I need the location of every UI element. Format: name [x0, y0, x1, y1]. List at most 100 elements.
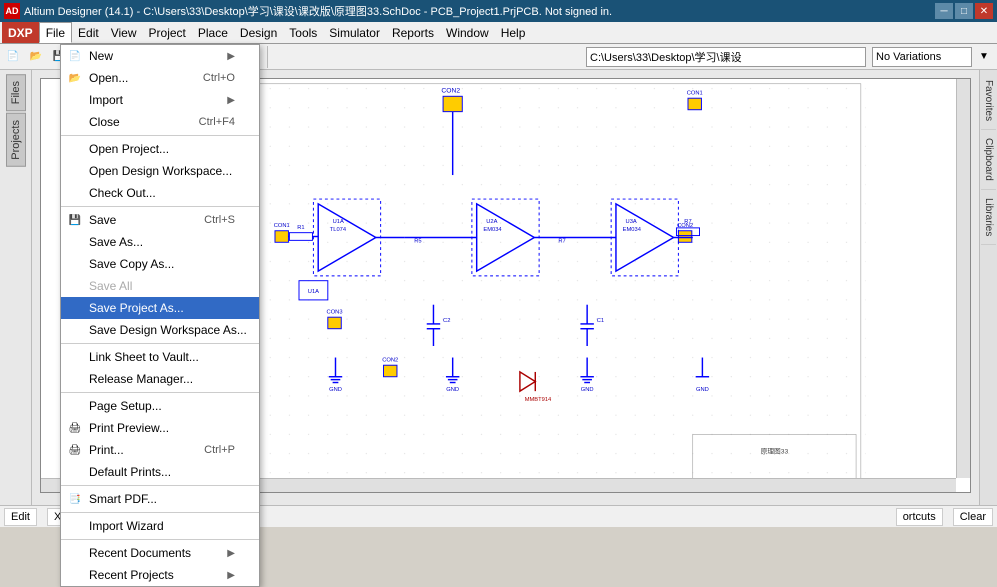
open-project-icon [67, 141, 83, 157]
svg-text:CON2: CON2 [382, 357, 398, 363]
tb-open[interactable]: 📂 [25, 46, 47, 68]
menu-dxp[interactable]: DXP [2, 22, 39, 43]
sep4 [61, 392, 259, 393]
svg-text:CON3: CON3 [327, 309, 343, 315]
window-controls: ─ □ ✕ [935, 3, 993, 19]
import-arrow-icon: ▶ [227, 95, 235, 106]
right-tab-favorites[interactable]: Favorites [981, 72, 996, 130]
menu-recent-projects[interactable]: Recent Projects ▶ [61, 564, 259, 586]
sep2 [61, 206, 259, 207]
checkout-icon [67, 185, 83, 201]
release-icon [67, 371, 83, 387]
menu-smart-pdf[interactable]: 📑 Smart PDF... [61, 488, 259, 510]
svg-text:R5: R5 [414, 238, 421, 244]
open-icon: 📂 [67, 70, 83, 86]
menu-save[interactable]: 💾 Save Ctrl+S [61, 209, 259, 231]
path-display: C:\Users\33\Desktop\学习\课设 [586, 47, 866, 67]
close-button[interactable]: ✕ [975, 3, 993, 19]
title-bar: AD Altium Designer (14.1) - C:\Users\33\… [0, 0, 997, 22]
right-tab-clipboard[interactable]: Clipboard [981, 130, 996, 190]
tb-separator4 [267, 46, 273, 68]
save-workspace-icon [67, 322, 83, 338]
menu-save-workspace-as[interactable]: Save Design Workspace As... [61, 319, 259, 341]
menu-simulator[interactable]: Simulator [323, 22, 386, 43]
minimize-button[interactable]: ─ [935, 3, 953, 19]
sidebar-tab-projects[interactable]: Projects [6, 113, 26, 167]
menu-save-project-as[interactable]: Save Project As... [61, 297, 259, 319]
save-icon: 💾 [67, 212, 83, 228]
menu-print[interactable]: 🖨 Print... Ctrl+P [61, 439, 259, 461]
svg-text:U2A: U2A [486, 219, 497, 225]
sep3 [61, 343, 259, 344]
svg-text:CON1: CON1 [687, 90, 703, 96]
svg-text:EM034: EM034 [623, 227, 642, 233]
menu-close[interactable]: Close Ctrl+F4 [61, 111, 259, 133]
menu-import-wizard[interactable]: Import Wizard [61, 515, 259, 537]
sep1 [61, 135, 259, 136]
print-preview-icon: 🖨 [67, 420, 83, 436]
open-workspace-icon [67, 163, 83, 179]
svg-text:U3A: U3A [626, 219, 637, 225]
menu-save-as[interactable]: Save As... [61, 231, 259, 253]
svg-text:CON2: CON2 [441, 87, 460, 94]
menu-open-project[interactable]: Open Project... [61, 138, 259, 160]
right-sidebar: Favorites Clipboard Libraries [979, 70, 997, 505]
menu-bar: DXP File Edit View Project Place Design … [0, 22, 997, 44]
menu-open[interactable]: 📂 Open... Ctrl+O [61, 67, 259, 89]
smart-pdf-icon: 📑 [67, 491, 83, 507]
right-tab-libraries[interactable]: Libraries [981, 190, 996, 245]
sidebar-tab-files[interactable]: Files [6, 74, 26, 111]
svg-text:C1: C1 [597, 318, 604, 324]
variations-display: No Variations [872, 47, 972, 67]
menu-window[interactable]: Window [440, 22, 495, 43]
recent-projects-arrow-icon: ▶ [227, 570, 235, 581]
svg-text:MMBT914: MMBT914 [525, 397, 552, 403]
import-icon [67, 92, 83, 108]
sep6 [61, 512, 259, 513]
menu-place[interactable]: Place [192, 22, 234, 43]
svg-text:C2: C2 [443, 318, 450, 324]
page-setup-icon [67, 398, 83, 414]
print-icon: 🖨 [67, 442, 83, 458]
default-prints-icon [67, 464, 83, 480]
menu-link-vault[interactable]: Link Sheet to Vault... [61, 346, 259, 368]
menu-print-preview[interactable]: 🖨 Print Preview... [61, 417, 259, 439]
menu-project[interactable]: Project [143, 22, 192, 43]
svg-text:GND: GND [446, 387, 459, 393]
menu-reports[interactable]: Reports [386, 22, 440, 43]
menu-recent-docs[interactable]: Recent Documents ▶ [61, 542, 259, 564]
recent-docs-icon [67, 545, 83, 561]
svg-text:原理图33: 原理图33 [761, 448, 789, 456]
menu-tools[interactable]: Tools [283, 22, 323, 43]
menu-edit[interactable]: Edit [72, 22, 105, 43]
menu-release-mgr[interactable]: Release Manager... [61, 368, 259, 390]
clear-display: Clear [953, 508, 993, 526]
svg-text:R7: R7 [684, 219, 691, 225]
edit-mode-display: Edit [4, 508, 37, 526]
svg-text:U1A: U1A [308, 289, 319, 295]
svg-text:GND: GND [581, 387, 594, 393]
tb-new[interactable]: 📄 [2, 46, 24, 68]
menu-file[interactable]: File [39, 22, 72, 43]
vault-icon [67, 349, 83, 365]
menu-import[interactable]: Import ▶ [61, 89, 259, 111]
sep5 [61, 485, 259, 486]
menu-checkout[interactable]: Check Out... [61, 182, 259, 204]
file-dropdown-menu: 📄 New ▶ 📂 Open... Ctrl+O Import ▶ Close … [60, 44, 260, 587]
scroll-right[interactable] [956, 79, 970, 478]
menu-help[interactable]: Help [495, 22, 532, 43]
menu-open-workspace[interactable]: Open Design Workspace... [61, 160, 259, 182]
sep7 [61, 539, 259, 540]
menu-page-setup[interactable]: Page Setup... [61, 395, 259, 417]
left-sidebar: Files Projects [0, 70, 32, 505]
tb-variations-btn[interactable]: ▼ [973, 46, 995, 68]
menu-save-all: Save All [61, 275, 259, 297]
menu-new[interactable]: 📄 New ▶ [61, 45, 259, 67]
recent-projects-icon [67, 567, 83, 583]
maximize-button[interactable]: □ [955, 3, 973, 19]
svg-text:GND: GND [696, 387, 709, 393]
menu-design[interactable]: Design [234, 22, 283, 43]
menu-save-copy-as[interactable]: Save Copy As... [61, 253, 259, 275]
menu-default-prints[interactable]: Default Prints... [61, 461, 259, 483]
menu-view[interactable]: View [105, 22, 143, 43]
